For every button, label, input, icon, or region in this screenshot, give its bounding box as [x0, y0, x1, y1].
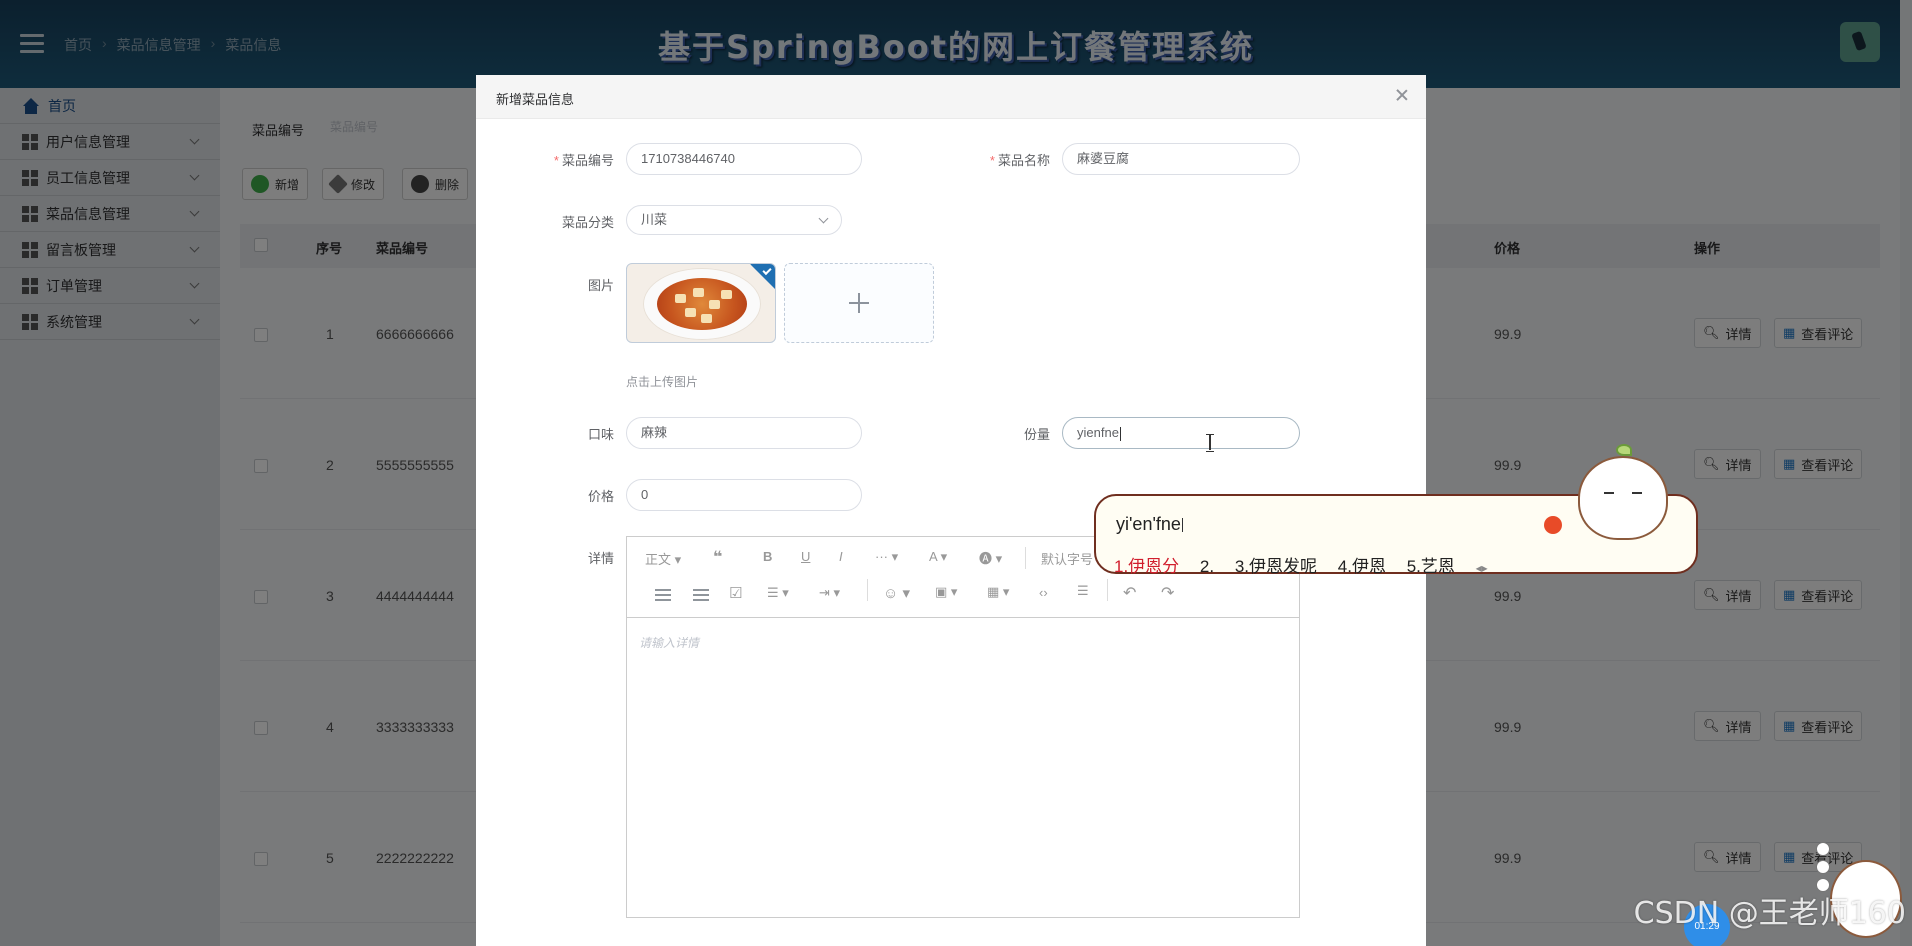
- mascot-eye: [1632, 492, 1642, 494]
- italic-icon[interactable]: I: [839, 549, 843, 564]
- text-caret: [1119, 426, 1121, 441]
- dialog-title: 新增菜品信息: [496, 92, 575, 107]
- dish-code-input[interactable]: 1710738446740: [626, 143, 862, 175]
- ime-composition-text: yi'en'fne: [1116, 514, 1183, 535]
- heading-select[interactable]: 正文 ▾: [645, 549, 681, 568]
- toolbar-divider: [1025, 547, 1026, 569]
- portion-input-value: yienfne: [1077, 425, 1119, 440]
- dialog-header: 新增菜品信息: [476, 75, 1426, 119]
- heading-select-value: 正文: [645, 552, 672, 567]
- tofu-piece: [701, 314, 712, 323]
- image-icon[interactable]: ▣ ▾: [935, 584, 957, 600]
- price-label: 价格: [587, 489, 614, 504]
- tofu-piece: [709, 300, 720, 309]
- required-mark: *: [989, 153, 995, 168]
- emoji-icon[interactable]: ☺ ▾: [883, 584, 910, 602]
- category-label: 菜品分类: [561, 215, 614, 230]
- rich-text-editor[interactable]: 正文 ▾ ❝ B U I ··· ▾ A ▾ 🅐︎ ▾ 默认字号 ☑ ☰ ▾ ⇥…: [626, 536, 1300, 918]
- redo-icon[interactable]: ↷: [1161, 583, 1174, 603]
- dish-name-label: * 菜品名称: [950, 150, 1050, 169]
- more-icon[interactable]: ··· ▾: [875, 549, 898, 565]
- text-cursor-icon: [1206, 434, 1214, 452]
- upload-tip: 点击上传图片: [626, 375, 699, 389]
- ime-candidate[interactable]: 4.伊恩: [1338, 557, 1386, 576]
- ime-logo-icon[interactable]: [1544, 516, 1562, 534]
- bold-icon[interactable]: B: [763, 549, 772, 564]
- mascot-eye: [1604, 492, 1614, 494]
- watermark: CSDN @王老师160: [1633, 896, 1906, 931]
- quote-icon[interactable]: ❝: [713, 547, 722, 567]
- numbered-list-icon[interactable]: [693, 589, 709, 601]
- tofu-piece: [693, 288, 704, 297]
- tofu-piece: [675, 294, 686, 303]
- underline-icon[interactable]: U: [801, 549, 810, 564]
- ime-mascot: [1578, 444, 1668, 540]
- bulleted-list-icon[interactable]: [655, 589, 671, 601]
- ime-pinyin: yi'en'fne: [1116, 514, 1181, 534]
- plus-icon: [858, 293, 860, 313]
- background-color-icon[interactable]: 🅐︎ ▾: [979, 548, 1002, 567]
- price-input[interactable]: 0: [626, 479, 862, 511]
- category-selected-value: 川菜: [641, 212, 668, 227]
- undo-icon[interactable]: ↶: [1123, 583, 1136, 603]
- leaf-icon: [1616, 444, 1632, 456]
- page-arrows-icon[interactable]: ◂▸: [1476, 561, 1488, 575]
- toolbar-divider: [1107, 579, 1108, 601]
- tofu-piece: [721, 290, 732, 299]
- detail-label: 详情: [587, 551, 614, 566]
- ime-candidate[interactable]: 3.伊恩发呢: [1235, 557, 1317, 576]
- dish-name-input[interactable]: 麻婆豆腐: [1062, 143, 1300, 175]
- ime-candidate[interactable]: 2.: [1200, 557, 1214, 576]
- chevron-down-icon: [818, 213, 829, 224]
- required-mark: *: [553, 153, 559, 168]
- text-caret: [1181, 518, 1183, 533]
- dish-image-thumbnail[interactable]: [626, 263, 776, 343]
- todo-icon[interactable]: ☑: [729, 584, 742, 602]
- table-icon[interactable]: ▦ ▾: [987, 584, 1009, 600]
- taste-label: 口味: [587, 427, 614, 442]
- close-icon[interactable]: [1394, 87, 1410, 103]
- portion-label: 份量: [1023, 427, 1050, 442]
- divider-line-icon[interactable]: ☰: [1077, 583, 1089, 599]
- category-select[interactable]: 川菜: [626, 205, 842, 235]
- image-upload-button[interactable]: [784, 263, 934, 343]
- code-icon[interactable]: ‹›: [1039, 585, 1048, 600]
- ime-candidate[interactable]: 1.伊恩分: [1114, 557, 1179, 576]
- font-size-select[interactable]: 默认字号: [1041, 549, 1093, 568]
- dish-code-label-text: 菜品编号: [561, 153, 614, 168]
- editor-placeholder: 请输入详情: [639, 636, 700, 650]
- dish-code-label: * 菜品编号: [514, 150, 614, 169]
- align-icon[interactable]: ☰ ▾: [767, 585, 789, 601]
- indent-icon[interactable]: ⇥ ▾: [819, 585, 840, 601]
- toolbar-divider: [867, 579, 868, 601]
- ime-candidate[interactable]: 5.艺恩: [1407, 557, 1455, 576]
- font-color-icon[interactable]: A ▾: [929, 549, 947, 565]
- ime-candidate-list: 1.伊恩分 2. 3.伊恩发呢 4.伊恩 5.艺恩 ◂▸: [1114, 552, 1504, 577]
- image-label: 图片: [587, 278, 614, 293]
- taste-input[interactable]: 麻辣: [626, 417, 862, 449]
- tofu-piece: [685, 308, 696, 317]
- dish-name-label-text: 菜品名称: [997, 153, 1050, 168]
- portion-input[interactable]: yienfne: [1062, 417, 1300, 449]
